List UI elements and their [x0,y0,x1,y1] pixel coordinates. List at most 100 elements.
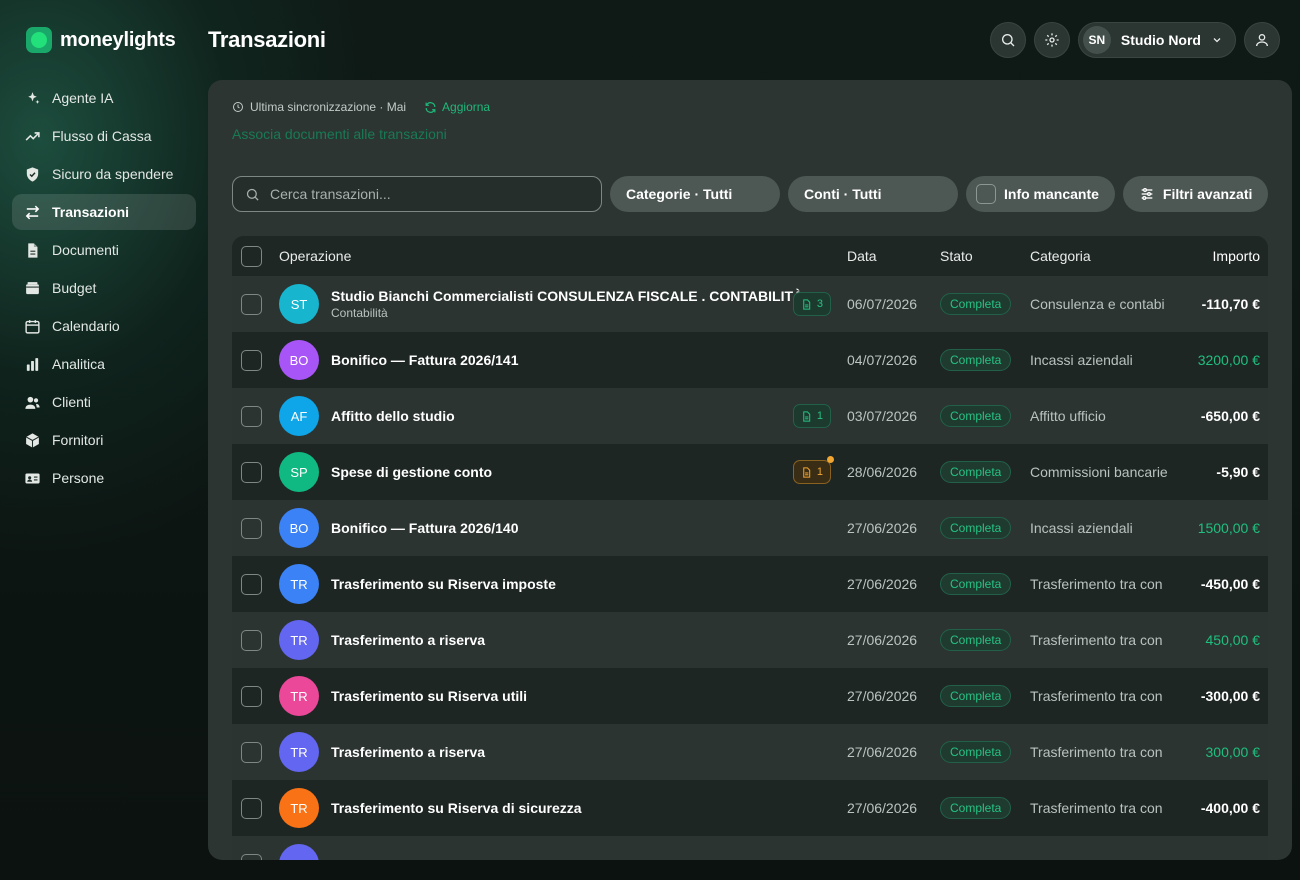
transaction-date: 03/07/2026 [847,408,918,424]
header-operation[interactable]: Operazione [272,248,847,264]
header-category[interactable]: Categoria [1030,248,1178,264]
avatar: BO [279,340,319,380]
category-cell[interactable]: Incassi aziendali [1030,520,1178,536]
table-row[interactable]: BO Bonifico — Fattura 2026/141 04/07/2026 C… [232,332,1268,388]
link-documents-link[interactable]: Associa documenti alle transazioni [232,126,447,142]
category-cell[interactable]: Trasferimento tra con [1030,632,1178,648]
row-checkbox[interactable] [241,853,262,860]
transaction-date: 06/07/2026 [847,296,918,312]
settings-button[interactable] [1033,22,1070,58]
documents-count: 1 [816,466,823,478]
operation-subtitle: Contabilità [331,306,388,320]
avatar: ST [279,284,319,324]
category-cell[interactable]: Consulenza e contabi [1030,296,1178,312]
amount-cell: -450,00 € [1200,576,1260,592]
table-row[interactable]: TR Trasferimento su Riserva utili 27/06/20… [232,668,1268,724]
search-button[interactable] [989,22,1026,58]
row-checkbox[interactable] [241,629,262,651]
sidebar-item-documenti[interactable]: Documenti [12,232,196,268]
sidebar-item-agente-ia[interactable]: Agente IA [12,80,196,116]
missing-info-filter[interactable]: Info mancante [966,176,1115,212]
advanced-filters-label: Filtri avanzati [1162,186,1253,202]
operation-title: Trasferimento su Riserva utili [331,688,528,704]
amount-cell: -300,00 € [1200,688,1260,704]
table-row[interactable]: TR Trasferimento a riserva 27/06/2026 Compl… [232,724,1268,780]
transaction-date: 04/07/2026 [847,352,918,368]
category-cell[interactable]: Trasferimento tra con [1030,688,1178,704]
sidebar-item-sicuro-da-spendere[interactable]: Sicuro da spendere [12,156,196,192]
search-icon [1001,34,1015,47]
sidebar-item-calendario[interactable]: Calendario [12,308,196,344]
category-cell[interactable]: Trasferimento tra con [1030,800,1178,816]
avatar: AF [279,396,319,436]
org-avatar: SN [1082,26,1111,54]
category-cell[interactable]: Trasferimento tra con [1030,576,1178,592]
avatar: TR [279,732,319,772]
row-checkbox[interactable] [241,349,262,371]
table-row[interactable] [232,836,1268,860]
status-badge: Completa [940,293,1012,315]
category-cell[interactable]: Commissioni bancarie [1030,464,1178,480]
document-icon [803,466,811,478]
status-badge: Completa [940,405,1012,427]
row-checkbox[interactable] [241,797,262,819]
sync-status: Ultima sincronizzazione · Mai Aggiorna [232,100,490,114]
sidebar-item-transazioni[interactable]: Transazioni [12,194,196,230]
category-cell[interactable]: Affitto ufficio [1030,408,1178,424]
sidebar-item-budget[interactable]: Budget [12,270,196,306]
gear-icon [1045,33,1059,47]
table-row[interactable]: TR Trasferimento a riserva 27/06/2026 Compl… [232,612,1268,668]
category-cell[interactable]: Trasferimento tra con [1030,744,1178,760]
missing-info-label: Info mancante [1004,186,1099,202]
row-checkbox[interactable] [241,461,262,483]
header-amount[interactable]: Importo [1178,248,1268,264]
search-input[interactable] [270,186,590,202]
sidebar-item-analitica[interactable]: Analitica [12,346,196,382]
avatar: TR [279,788,319,828]
table-row[interactable]: TR Trasferimento su Riserva imposte 27/06/… [232,556,1268,612]
row-checkbox[interactable] [241,293,262,315]
category-cell[interactable]: Incassi aziendali [1030,352,1178,368]
sidebar-item-fornitori[interactable]: Fornitori [12,422,196,458]
sidebar-item-label: Budget [52,280,97,296]
sidebar-item-flusso-di-cassa[interactable]: Flusso di Cassa [12,118,196,154]
organization-switcher[interactable]: SN Studio Nord [1077,22,1236,58]
row-checkbox[interactable] [241,685,262,707]
documents-badge[interactable]: 1 [792,404,831,428]
sidebar-item-label: Transazioni [52,204,130,220]
categories-filter[interactable]: Categorie · Tutti [610,176,780,212]
table-row[interactable]: TR Trasferimento su Riserva di sicurezza 2… [232,780,1268,836]
refresh-button[interactable]: Aggiorna [424,100,490,114]
advanced-filters-button[interactable]: Filtri avanzati [1122,176,1269,212]
status-badge: Completa [940,741,1012,763]
select-all-checkbox[interactable] [241,245,262,267]
row-checkbox[interactable] [241,405,262,427]
header-date[interactable]: Data [847,248,940,264]
table-row[interactable]: SP Spese di gestione conto 1 28/06/2026 Comp… [232,444,1268,500]
documents-badge[interactable]: 3 [792,292,831,316]
operation-title: Bonifico — Fattura 2026/141 [331,352,519,368]
header-status[interactable]: Stato [940,248,1030,264]
status-badge: Completa [940,797,1012,819]
row-checkbox[interactable] [241,573,262,595]
profile-button[interactable] [1244,22,1280,58]
table-row[interactable]: ST Studio Bianchi Commercialisti CONSULEN… [232,276,1268,332]
operation-title: Trasferimento a riserva [331,632,486,648]
table-row[interactable]: AF Affitto dello studio 1 03/07/2026 Complet… [232,388,1268,444]
missing-info-checkbox[interactable] [976,184,996,204]
filters-bar: Categorie · Tutti Conti · Tutti Info man… [232,176,1269,212]
brand-logo[interactable]: moneylights [26,27,176,53]
amount-cell: 300,00 € [1205,744,1261,760]
amount-cell: -650,00 € [1200,408,1260,424]
sparkles-icon [24,90,41,107]
documents-badge[interactable]: 1 [792,456,834,484]
row-checkbox[interactable] [241,741,262,763]
sidebar-item-clienti[interactable]: Clienti [12,384,196,420]
row-checkbox[interactable] [241,517,262,539]
table-row[interactable]: BO Bonifico — Fattura 2026/140 27/06/2026 C… [232,500,1268,556]
sidebar-item-persone[interactable]: Persone [12,460,196,496]
transaction-date: 27/06/2026 [847,576,918,592]
accounts-filter[interactable]: Conti · Tutti [788,176,958,212]
operation-title: Studio Bianchi Commercialisti CONSULENZA… [331,288,804,304]
avatar: BO [279,508,319,548]
